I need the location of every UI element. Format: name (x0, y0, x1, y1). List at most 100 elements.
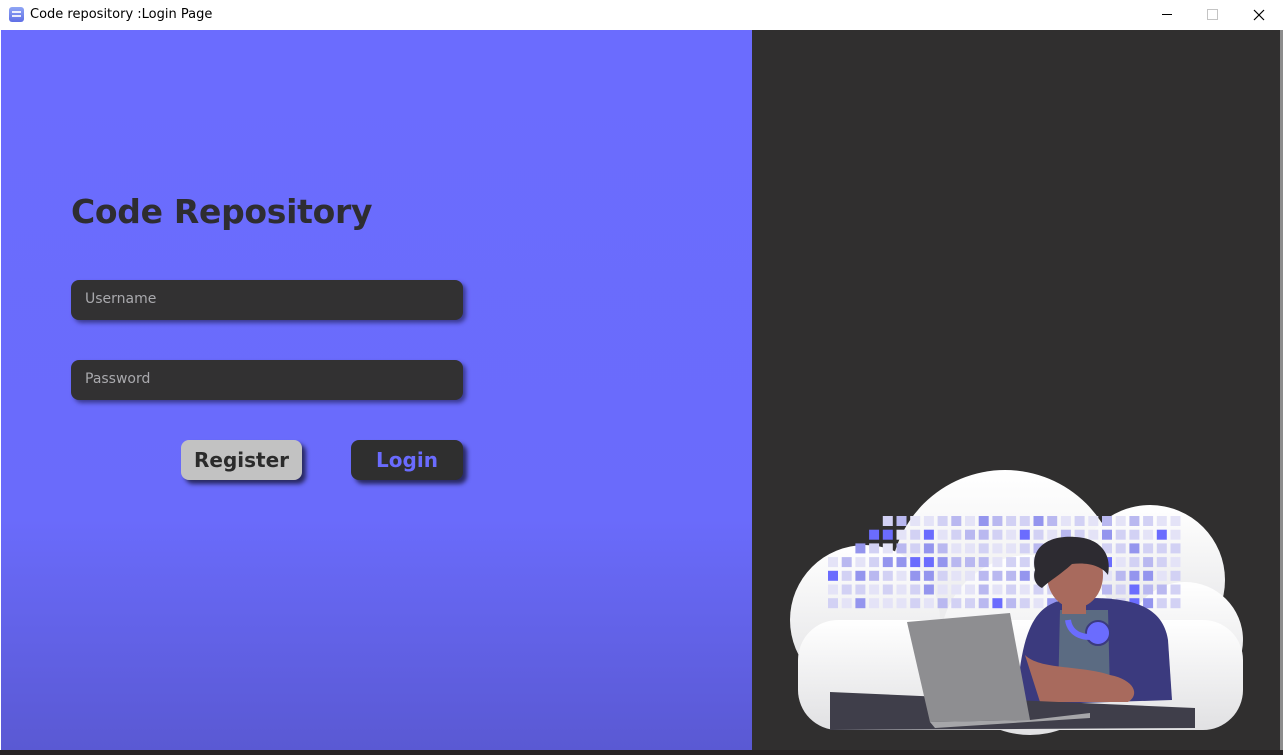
pixel-tile (1143, 543, 1154, 554)
minimize-button[interactable] (1144, 0, 1190, 30)
pixel-tile (1102, 516, 1112, 526)
login-button[interactable]: Login (351, 440, 463, 480)
pixel-tile (869, 557, 880, 568)
pixel-tile (1129, 570, 1140, 581)
pixel-tile (910, 516, 921, 526)
pixel-tile (882, 598, 893, 609)
pixel-tile (1115, 543, 1126, 554)
pixel-tile (1156, 598, 1167, 609)
pixel-tile (896, 543, 907, 554)
title-bar[interactable]: Code repository :Login Page (0, 0, 1283, 30)
pixel-tile (896, 557, 907, 568)
pixel-tile (978, 557, 989, 568)
username-field[interactable]: Username (71, 280, 463, 320)
pixel-tile (1170, 516, 1181, 526)
pixel-tile (1143, 598, 1154, 609)
pixel-tile (1129, 557, 1140, 568)
pixel-tile (937, 543, 948, 554)
pixel-tile (978, 598, 989, 609)
pixel-tile (923, 598, 934, 609)
pixel-tile (951, 598, 962, 609)
pixel-tile (841, 557, 852, 568)
pixel-tile (1047, 529, 1058, 540)
pixel-tile (1170, 584, 1181, 595)
window-title: Code repository :Login Page (30, 7, 213, 22)
pixel-tile (951, 543, 962, 554)
pixel-tile (882, 570, 893, 581)
pixel-tile (1143, 557, 1154, 568)
pixel-tile (869, 598, 880, 609)
pixel-tile (937, 598, 948, 609)
pixel-tile (1156, 584, 1167, 595)
pixel-tile (1156, 516, 1167, 526)
pixel-tile (951, 584, 962, 595)
close-button[interactable] (1236, 0, 1282, 30)
pixel-tile (828, 584, 838, 595)
pixel-tile (992, 557, 1003, 568)
pixel-tile (965, 529, 975, 540)
pixel-tile (978, 529, 989, 540)
pixel-tile (978, 570, 989, 581)
password-placeholder: Password (85, 371, 151, 387)
pixel-tile (923, 570, 934, 581)
pixel-tile (923, 543, 934, 554)
pixel-tile (992, 543, 1003, 554)
pixel-tile (828, 598, 838, 609)
pixel-tile (1170, 570, 1181, 581)
pixel-tile (1019, 516, 1030, 526)
pixel-tile (1129, 584, 1140, 595)
pixel-tile (882, 557, 893, 568)
pixel-tile (923, 516, 934, 526)
pixel-tile (1115, 529, 1126, 540)
pixel-tile (1019, 543, 1030, 554)
pixel-tile (1115, 516, 1126, 526)
pixel-tile (923, 557, 934, 568)
app-window: Code repository :Login Page Code Reposit… (0, 0, 1283, 750)
pixel-tile (1115, 557, 1126, 568)
pixel-tile (1143, 516, 1154, 526)
pixel-tile (992, 516, 1003, 526)
pixel-tile (828, 557, 838, 568)
pixel-tile (965, 584, 975, 595)
pixel-tile (855, 557, 866, 568)
pixel-tile (1033, 529, 1044, 540)
pixel-tile (937, 570, 948, 581)
pixel-tile (1006, 598, 1017, 609)
pixel-tile (910, 570, 921, 581)
pixel-tile (869, 584, 880, 595)
pixel-tile (1129, 529, 1140, 540)
pixel-tile (923, 529, 934, 540)
pixel-tile (937, 516, 948, 526)
pixel-tile (882, 516, 893, 526)
username-placeholder: Username (85, 291, 157, 307)
password-field[interactable]: Password (71, 360, 463, 400)
pixel-tile (1129, 543, 1140, 554)
pixel-tile (882, 584, 893, 595)
pixel-tile (828, 570, 838, 581)
app-icon (9, 7, 24, 22)
pixel-tile (910, 557, 921, 568)
pixel-tile (910, 543, 921, 554)
register-button[interactable]: Register (181, 440, 302, 480)
pixel-tile (869, 543, 880, 554)
pixel-tile (1019, 598, 1030, 609)
maximize-button[interactable] (1190, 0, 1236, 30)
pixel-tile (869, 570, 880, 581)
pixel-tile (1033, 598, 1044, 609)
pixel-tile (1060, 516, 1071, 526)
pixel-tile (923, 584, 934, 595)
developer-illustration (790, 470, 1243, 735)
pixel-tile (1006, 516, 1017, 526)
pixel-tile (910, 529, 921, 540)
pixel-tile (965, 543, 975, 554)
pixel-tile (1102, 529, 1112, 540)
pixel-tile (882, 543, 893, 554)
pixel-tile (896, 570, 907, 581)
pixel-tile (951, 557, 962, 568)
pixel-tile (951, 516, 962, 526)
pixel-tile (1019, 570, 1030, 581)
pixel-tile (1019, 557, 1030, 568)
pixel-tile (1170, 598, 1181, 609)
pixel-tile (1156, 543, 1167, 554)
pixel-tile (951, 529, 962, 540)
